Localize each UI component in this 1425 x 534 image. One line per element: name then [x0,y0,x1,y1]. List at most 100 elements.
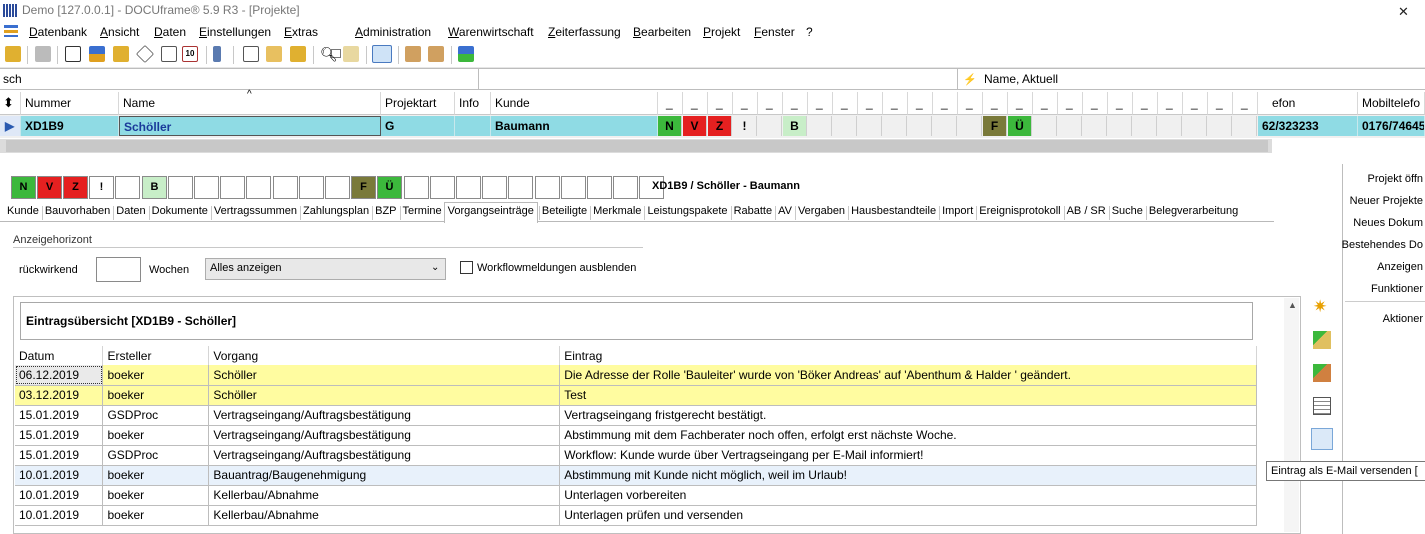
search-icon[interactable]: 🔍︎ [320,46,338,62]
tab-termine[interactable]: Termine [403,205,442,217]
col-kunde[interactable]: Kunde [491,92,658,115]
col-telefon[interactable]: efon [1258,92,1358,115]
phone-icon[interactable] [213,46,221,62]
cell-flag[interactable] [1183,116,1207,136]
menu-ansicht[interactable]: Ansicht [100,25,139,39]
workflow-label[interactable]: Workflowmeldungen ausblenden [477,262,636,274]
export-icon[interactable] [458,46,474,62]
detail-flag[interactable] [404,176,429,199]
cell-vorgang[interactable]: Schöller [208,385,561,406]
cell-flag[interactable]: N [658,116,682,136]
col-ersteller[interactable]: Ersteller [102,346,210,365]
col-flag[interactable]: _ [1083,92,1108,115]
new-entry-icon[interactable]: ✷ [1313,298,1331,316]
chevron-down-icon[interactable]: ⌄ [431,262,439,273]
col-flag[interactable]: _ [1108,92,1133,115]
menu-app-icon[interactable] [4,25,18,37]
menu-administration[interactable]: Administration [355,25,431,39]
cell-flag[interactable] [808,116,832,136]
detail-flag[interactable] [587,176,612,199]
cell-flag[interactable] [1233,116,1257,136]
tab-hausbestandteile[interactable]: Hausbestandteile [851,205,936,217]
cell-ersteller[interactable]: boeker [102,365,210,386]
col-flag[interactable]: _ [933,92,958,115]
col-flag[interactable]: _ [1183,92,1208,115]
cell-vorgang[interactable]: Bauantrag/Baugenehmigung [208,465,561,486]
users-icon[interactable] [405,46,421,62]
action-bestehendes-dokument[interactable]: Bestehendes Do [1342,239,1423,251]
col-flag[interactable]: _ [883,92,908,115]
col-nummer[interactable]: Nummer [21,92,119,115]
col-projektart[interactable]: Projektart [381,92,455,115]
list-view-icon[interactable] [1313,397,1331,415]
tab-ab-sr[interactable]: AB / SR [1067,205,1106,217]
table-row[interactable]: 15.01.2019 GSDProc Vertragseingang/Auftrag… [15,445,1257,466]
tab-suche[interactable]: Suche [1112,205,1143,217]
col-mobil[interactable]: Mobiltelefo [1358,92,1425,115]
action-neuer-projekteintrag[interactable]: Neuer Projekte [1350,195,1423,207]
cell-eintrag[interactable]: Abstimmung mit Kunde nicht möglich, weil… [559,465,1257,486]
tab-merkmale[interactable]: Merkmale [593,205,641,217]
document-icon[interactable] [243,46,259,62]
vertical-scrollbar[interactable] [1284,298,1299,532]
col-flag[interactable]: _ [1133,92,1158,115]
col-flag[interactable]: _ [1233,92,1258,115]
table-row[interactable]: 06.12.2019 boeker Schöller Die Adresse der … [15,365,1257,386]
cell-flag[interactable]: F [983,116,1007,136]
cell-ersteller[interactable]: boeker [102,485,210,506]
detail-flag[interactable] [325,176,350,199]
row-selector-icon[interactable]: ▶ [0,116,21,136]
cell-flag[interactable] [1158,116,1182,136]
scroll-up-icon[interactable]: ▲ [1288,300,1297,310]
tab-leistungspakete[interactable]: Leistungspakete [647,205,727,217]
detail-flag[interactable] [115,176,140,199]
cell-vorgang[interactable]: Kellerbau/Abnahme [208,485,561,506]
folder-icon[interactable] [113,46,129,62]
cell-flag[interactable] [858,116,882,136]
tab-beteiligte[interactable]: Beteiligte [542,205,587,217]
cell-nummer[interactable]: XD1B9 [21,116,119,136]
window-close-icon[interactable]: ✕ [1398,4,1409,20]
card-icon[interactable] [65,46,81,62]
detail-flag[interactable] [508,176,533,199]
tab-belegverarbeitung[interactable]: Belegverarbeitung [1149,205,1238,217]
action-aktionen[interactable]: Aktioner [1383,313,1423,325]
cell-flag[interactable]: B [783,116,807,136]
tab-daten[interactable]: Daten [116,205,145,217]
sort-label[interactable]: Name, Aktuell [984,72,1058,86]
cell-flag[interactable] [1208,116,1232,136]
print-icon[interactable] [35,46,51,62]
detail-flag[interactable] [273,176,298,199]
action-funktionen[interactable]: Funktioner [1371,283,1423,295]
detail-flag[interactable] [430,176,455,199]
cell-eintrag[interactable]: Die Adresse der Rolle 'Bauleiter' wurde … [559,365,1257,386]
tab-vertragssummen[interactable]: Vertragssummen [214,205,297,217]
tab-vergaben[interactable]: Vergaben [798,205,845,217]
col-flag[interactable]: _ [658,92,683,115]
cell-datum[interactable]: 10.01.2019 [15,485,104,506]
cell-vorgang[interactable]: Vertragseingang/Auftragsbestätigung [208,445,561,466]
cell-flag[interactable]: V [683,116,707,136]
filter-field[interactable] [480,69,958,89]
cell-datum[interactable]: 15.01.2019 [15,445,104,466]
cell-datum[interactable]: 10.01.2019 [15,505,104,526]
add-entry-icon[interactable] [1313,331,1331,349]
menu-projekt[interactable]: Projekt [703,25,740,39]
detail-flag[interactable] [168,176,193,199]
table-row[interactable]: 10.01.2019 boeker Kellerbau/Abnahme Unterla… [15,505,1257,526]
cell-datum[interactable]: 06.12.2019 [15,365,104,386]
cell-eintrag[interactable]: Abstimmung mit dem Fachberater noch offe… [559,425,1257,446]
detail-flag[interactable] [482,176,507,199]
detail-flag[interactable]: V [37,176,62,199]
table-row[interactable]: 15.01.2019 boeker Vertragseingang/Auftrags… [15,425,1257,446]
detail-flag[interactable]: F [351,176,376,199]
col-flag[interactable]: _ [1058,92,1083,115]
tab-bauvorhaben[interactable]: Bauvorhaben [45,205,110,217]
col-flag[interactable]: _ [783,92,808,115]
menu-daten[interactable]: Daten [154,25,186,39]
tab-kunde[interactable]: Kunde [7,205,39,217]
detail-flag[interactable] [194,176,219,199]
cell-eintrag[interactable]: Workflow: Kunde wurde über Vertragseinga… [559,445,1257,466]
col-eintrag[interactable]: Eintrag [559,346,1257,365]
cell-vorgang[interactable]: Kellerbau/Abnahme [208,505,561,526]
